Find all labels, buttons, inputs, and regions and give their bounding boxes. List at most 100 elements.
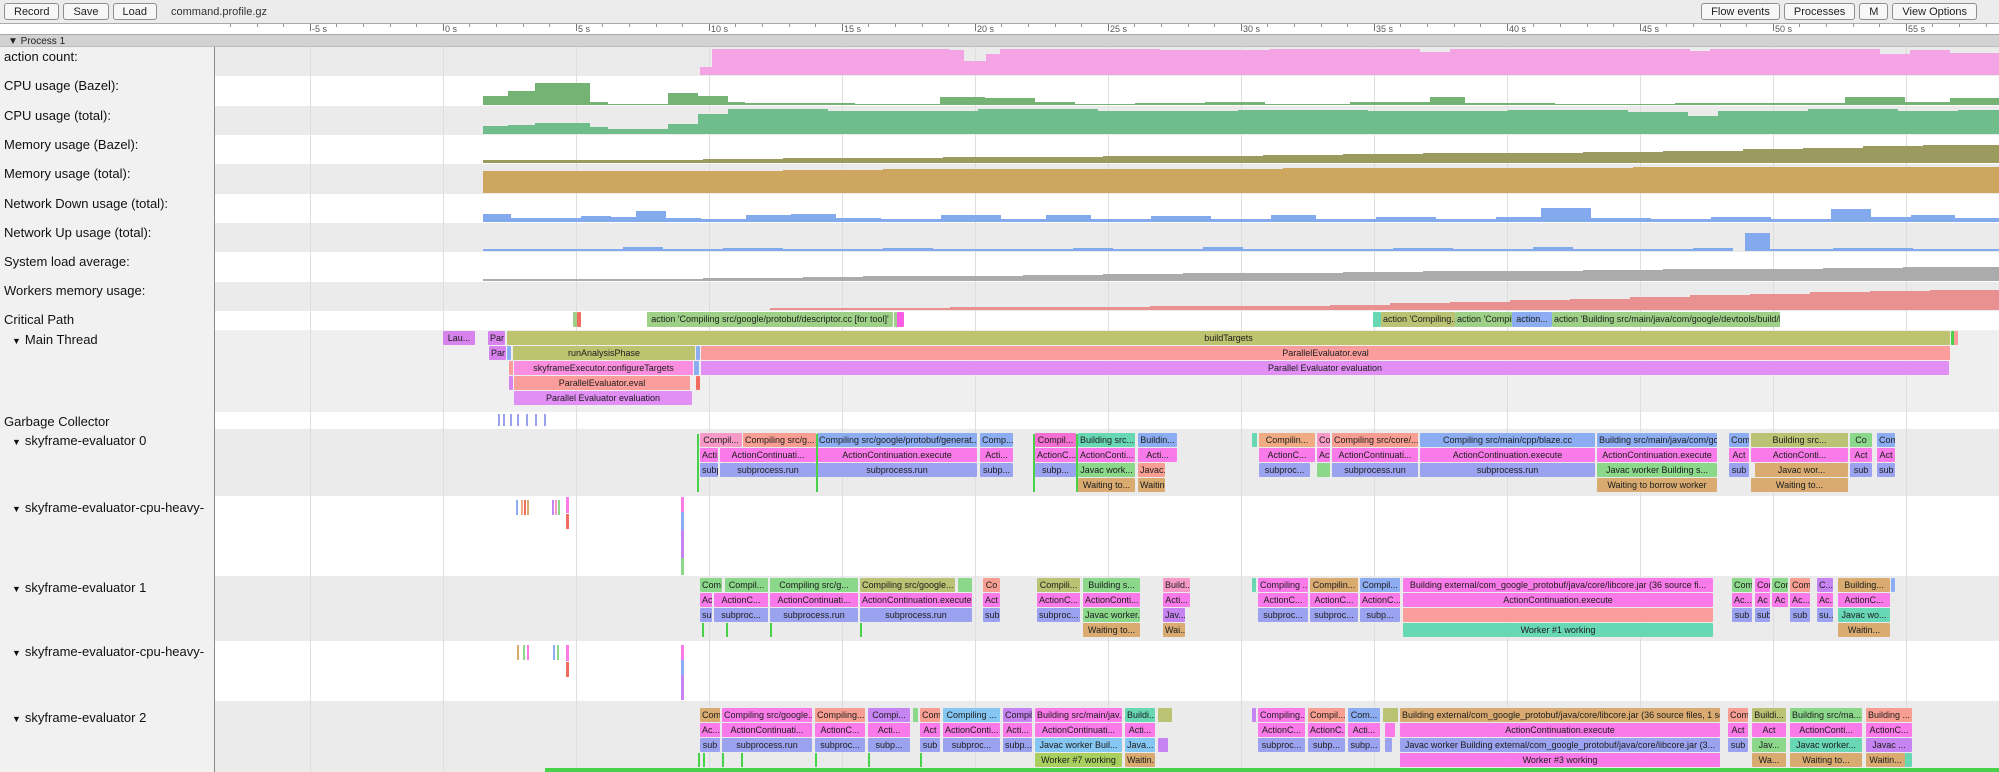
trace-block[interactable]: Co [983,578,1000,592]
trace-block[interactable]: Compiling src/g... [743,433,816,447]
timeline-ruler[interactable]: -5 s0 s5 s10 s15 s20 s25 s30 s35 s40 s45… [215,23,1999,34]
sidebar-label-skyframe-evaluator-0[interactable]: ▼skyframe-evaluator 0 [0,433,213,448]
trace-block[interactable]: Par [489,346,506,360]
sidebar-label-main-thread[interactable]: ▼Main Thread [0,332,213,347]
trace-block[interactable]: Co [1850,433,1872,447]
trace-block[interactable]: Javac worker... [1790,738,1862,752]
trace-block[interactable]: Acti... [1125,723,1155,737]
trace-block[interactable]: Ac... [700,593,712,607]
collapse-triangle-icon[interactable]: ▼ [12,648,21,658]
trace-block[interactable]: Com [1755,578,1770,592]
trace-block[interactable]: Acti... [1348,723,1380,737]
trace-block[interactable] [1954,331,1958,345]
trace-block[interactable]: Com [700,578,722,592]
trace-block[interactable]: ActionContinuation.execute [860,593,972,607]
trace-block[interactable]: subp... [1348,738,1380,752]
trace-block[interactable]: Com [920,708,940,722]
trace-block[interactable]: Acti... [980,448,1013,462]
trace-block[interactable]: subp... [700,463,718,477]
view-options-button[interactable]: View Options [1892,3,1977,20]
trace-block[interactable]: Ac... [1732,593,1752,607]
trace-block[interactable]: ActionContinuati... [722,723,812,737]
trace-block[interactable]: Act [1752,723,1786,737]
trace-block[interactable] [897,312,904,327]
trace-block[interactable]: Com [1728,708,1748,722]
trace-block[interactable]: subprocess.run [1332,463,1418,477]
trace-block[interactable] [1252,708,1256,722]
trace-block[interactable]: subproc... [714,608,768,622]
sidebar-label-skyframe-evaluator-cpu-heavy[interactable]: ▼skyframe-evaluator-cpu-heavy- [0,644,213,659]
trace-block[interactable]: Javac wo... [1838,608,1890,622]
trace-block[interactable]: Worker #7 working [1035,753,1122,767]
trace-block[interactable]: Worker #1 working [1403,623,1713,637]
trace-block[interactable]: subproc... [1258,738,1305,752]
trace-block[interactable]: ActionContinuati... [770,593,858,607]
trace-block[interactable]: Compilin... [1259,433,1315,447]
trace-block[interactable]: Building src/main/java/com/go... [1597,433,1717,447]
trace-block[interactable]: sub [1790,608,1810,622]
trace-block[interactable]: Compiling src/google/protobuf/generat... [817,433,977,447]
trace-block[interactable] [509,376,513,390]
trace-block[interactable]: Compil... [1003,708,1032,722]
trace-block[interactable]: Compili... [1037,578,1080,592]
trace-block[interactable]: Compil... [725,578,768,592]
trace-block[interactable]: Buildi... [1752,708,1786,722]
trace-block[interactable]: Javac ... [1866,738,1912,752]
trace-block[interactable]: subp... [1308,738,1345,752]
trace-block[interactable]: sub [1728,738,1748,752]
trace-block[interactable]: ActionC... [1259,448,1315,462]
trace-block[interactable]: Building src/main/jav... [1035,708,1122,722]
trace-block[interactable]: subproc... [815,738,865,752]
trace-block[interactable]: Compil... [1308,708,1345,722]
trace-block[interactable]: ActionC... [1360,593,1400,607]
trace-block[interactable]: Compiling src/core/... [1332,433,1418,447]
trace-block[interactable]: ParallelEvaluator.eval [514,376,690,390]
trace-block[interactable]: Compiling... [815,708,865,722]
trace-block[interactable]: ActionC... [1866,723,1912,737]
trace-block[interactable]: subp... [1360,608,1400,622]
collapse-triangle-icon[interactable]: ▼ [12,714,21,724]
trace-block[interactable]: subprocess.run [720,463,816,477]
trace-block[interactable]: Com [1877,433,1895,447]
trace-block[interactable]: sub [1877,463,1895,477]
trace-block[interactable]: Compilin... [1310,578,1358,592]
trace-block[interactable]: Building ... [1866,708,1912,722]
trace-block[interactable] [913,708,918,722]
trace-block[interactable]: Javac worker Buil... [1035,738,1122,752]
trace-block[interactable]: ActionC... [1308,723,1345,737]
trace-block[interactable]: Com [1729,433,1749,447]
trace-block[interactable]: Act [1877,448,1895,462]
trace-block[interactable]: subp... [1035,463,1076,477]
trace-block[interactable]: buildTargets [507,331,1950,345]
trace-block[interactable] [1373,312,1381,327]
trace-block[interactable]: Javac... [1138,463,1165,477]
trace-block[interactable]: Buildin... [1138,433,1177,447]
trace-block[interactable]: sub [1850,463,1872,477]
trace-block[interactable]: subprocess.run [722,738,812,752]
trace-block[interactable]: skyframeExecutor.configureTargets [514,361,693,375]
trace-block[interactable]: Building src/ma... [1790,708,1862,722]
trace-block[interactable]: ActionContinuati... [1035,723,1122,737]
trace-block[interactable]: ActionC... [714,593,768,607]
trace-block[interactable]: Act [1728,723,1748,737]
trace-block[interactable]: Building... [1838,578,1890,592]
trace-block[interactable]: ActionConti... [1790,723,1862,737]
load-button[interactable]: Load [113,3,157,20]
trace-block[interactable]: Parallel Evaluator evaluation [701,361,1949,375]
trace-block[interactable]: Waiting to borrow worker [1597,478,1717,492]
trace-block[interactable] [694,361,699,375]
trace-block[interactable]: subproc... [943,738,1000,752]
trace-block[interactable]: Acti... [1003,723,1032,737]
trace-block[interactable] [1403,608,1713,622]
trace-block[interactable]: Building s... [1083,578,1140,592]
trace-block[interactable] [1905,753,1912,767]
trace-block[interactable]: Act [1729,448,1749,462]
trace-block[interactable]: Javac wor... [1755,463,1848,477]
save-button[interactable]: Save [63,3,108,20]
trace-block[interactable]: ActionC... [1310,593,1358,607]
trace-block[interactable]: Worker #3 working [1400,753,1720,767]
trace-block[interactable]: ActionContinuation.execute [1400,723,1720,737]
trace-block[interactable]: ActionConti... [1083,593,1140,607]
trace-block[interactable]: ActionC... [1258,723,1305,737]
trace-block[interactable]: subprocess.run [860,608,972,622]
